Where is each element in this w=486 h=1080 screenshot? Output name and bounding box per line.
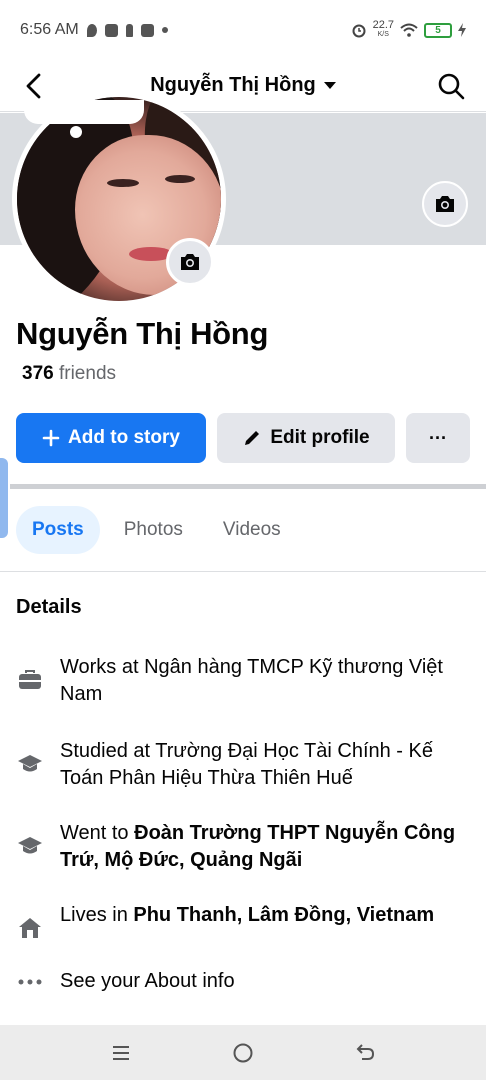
back-return-icon: [356, 1043, 375, 1060]
recent-apps-button[interactable]: [106, 1038, 136, 1068]
search-button[interactable]: [436, 71, 466, 101]
figure-icon: [125, 23, 133, 37]
detail-education-2: Went to Đoàn Trường THPT Nguyễn Công Trứ…: [16, 820, 456, 874]
add-to-story-button[interactable]: Add to story: [16, 413, 206, 463]
see-about-info[interactable]: See your About info: [16, 968, 456, 996]
side-edge-handle[interactable]: [0, 458, 8, 538]
note-bubble-tail: [70, 126, 82, 138]
profile-tabs: Posts Photos Videos: [16, 506, 297, 554]
plus-icon: [42, 429, 60, 447]
detail-education-2-prefix: Went to: [60, 822, 135, 844]
see-about-info-label: See your About info: [60, 970, 235, 992]
home-icon: [19, 918, 41, 938]
menu-icon: [113, 1045, 129, 1060]
section-divider: [10, 484, 486, 489]
wifi-icon: [400, 23, 418, 37]
edit-cover-button[interactable]: [422, 181, 468, 227]
home-button[interactable]: [228, 1038, 258, 1068]
app-icon: [104, 23, 118, 37]
graduation-cap-icon: [18, 837, 42, 854]
tabs-divider: [0, 571, 486, 572]
edit-profile-button[interactable]: Edit profile: [217, 413, 395, 463]
detail-location: Lives in Phu Thanh, Lâm Đồng, Vietnam: [16, 902, 456, 942]
camera-icon: [181, 254, 199, 270]
battery-indicator: 5: [424, 22, 452, 38]
more-options-button[interactable]: ···: [406, 413, 470, 463]
more-dots-icon: [18, 979, 42, 985]
system-back-button[interactable]: [350, 1038, 380, 1068]
tab-videos[interactable]: Videos: [207, 506, 297, 554]
home-circle-icon: [233, 1043, 253, 1062]
detail-work: Works at Ngân hàng TMCP Kỹ thương Việt N…: [16, 654, 456, 708]
graduation-cap-icon: [18, 755, 42, 772]
header-title: Nguyễn Thị Hồng: [150, 74, 316, 96]
detail-work-text: Works at Ngân hàng TMCP Kỹ thương Việt N…: [60, 656, 443, 705]
briefcase-icon: [19, 670, 41, 689]
alarm-icon: [352, 24, 366, 38]
search-icon: [438, 73, 465, 100]
detail-location-prefix: Lives in: [60, 904, 134, 926]
details-heading: Details: [16, 596, 82, 618]
detail-education-1-text: Studied at Trường Đại Học Tài Chính - Kế…: [60, 740, 433, 789]
camera-icon: [436, 196, 454, 212]
more-notifications-icon: [161, 27, 168, 33]
caret-down-icon: [323, 81, 336, 89]
edit-avatar-button[interactable]: [166, 238, 214, 286]
tab-photos[interactable]: Photos: [108, 506, 199, 554]
system-nav-bar: [0, 1025, 486, 1080]
profile-name: Nguyễn Thị Hồng: [16, 316, 269, 351]
profile-actions: Add to story Edit profile ···: [16, 413, 470, 463]
detail-education-1: Studied at Trường Đại Học Tài Chính - Kế…: [16, 738, 456, 792]
pencil-icon: [245, 431, 260, 445]
app-icon-2: [140, 23, 154, 37]
network-speed: 22.7 K/S: [372, 19, 394, 39]
status-time: 6:56 AM: [20, 21, 79, 38]
note-bubble[interactable]: [24, 100, 144, 124]
status-bar: 6:56 AM 22.7 K/S 5: [0, 0, 486, 60]
profile-name-dropdown[interactable]: Nguyễn Thị Hồng: [0, 74, 486, 97]
charging-icon: [458, 23, 466, 37]
detail-location-place[interactable]: Phu Thanh, Lâm Đồng, Vietnam: [133, 904, 434, 926]
more-dots-icon: ···: [429, 427, 447, 448]
notification-icon: [86, 23, 97, 37]
tab-posts[interactable]: Posts: [16, 506, 100, 554]
friends-count[interactable]: 376 friends: [22, 363, 116, 385]
